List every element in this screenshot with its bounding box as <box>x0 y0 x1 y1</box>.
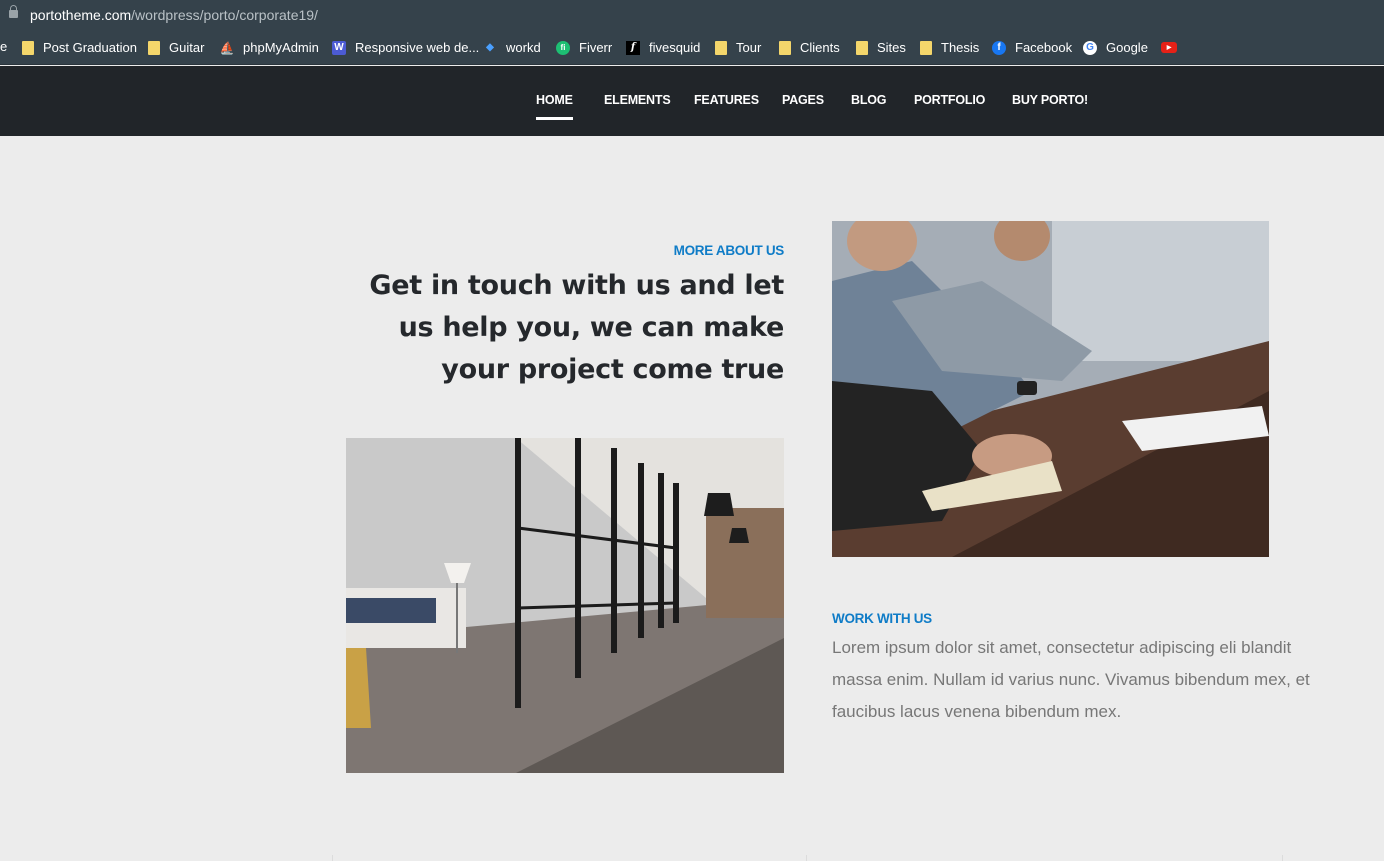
url-text[interactable]: portotheme.com/wordpress/porto/corporate… <box>30 7 318 23</box>
folder-icon <box>148 40 160 55</box>
url-path: /wordpress/porto/corporate19/ <box>131 7 318 23</box>
bookmark-label: workd <box>506 40 541 55</box>
nav-blog[interactable]: BLOG <box>851 93 887 107</box>
bookmark-youtube[interactable]: ▶ <box>1161 39 1186 56</box>
bookmark-fiverr[interactable]: fi Fiverr <box>556 39 612 56</box>
nav-pages[interactable]: PAGES <box>782 93 824 107</box>
bookmark-label: Guitar <box>169 40 205 55</box>
bookmark-clients[interactable]: Clients <box>779 39 840 56</box>
bookmarks-bar: e Post Graduation Guitar ⛵ phpMyAdmin W Re… <box>0 30 1384 65</box>
team-meeting-illustration <box>832 221 1269 557</box>
phpmyadmin-icon: ⛵ <box>219 40 235 55</box>
column-divider <box>806 855 807 861</box>
team-meeting-image <box>832 221 1269 557</box>
browser-url-bar[interactable]: portotheme.com/wordpress/porto/corporate… <box>0 0 1384 30</box>
google-icon: G <box>1083 40 1097 55</box>
bookmark-phpmyadmin[interactable]: ⛵ phpMyAdmin <box>220 39 319 56</box>
nav-elements[interactable]: ELEMENTS <box>604 93 671 107</box>
bookmark-workd[interactable]: ◆ workd <box>483 39 541 56</box>
bookmark-fragment[interactable]: e <box>0 39 7 54</box>
webflow-icon: W <box>332 40 346 55</box>
about-headline: Get in touch with us and let us help you… <box>369 270 784 385</box>
office-corridor-image <box>346 438 784 773</box>
bookmark-label: Google <box>1106 40 1148 55</box>
url-host: portotheme.com <box>30 7 132 23</box>
column-divider <box>332 855 333 861</box>
youtube-icon: ▶ <box>1161 42 1177 53</box>
bookmark-google[interactable]: G Google <box>1083 39 1148 56</box>
nav-portfolio[interactable]: PORTFOLIO <box>914 93 985 107</box>
folder-icon <box>856 40 868 55</box>
bookmark-label: fivesquid <box>649 40 701 55</box>
bookmark-label: Sites <box>877 40 906 55</box>
bookmark-thesis[interactable]: Thesis <box>920 39 979 56</box>
site-navigation: HOME ELEMENTS FEATURES PAGES BLOG PORTFO… <box>0 66 1384 136</box>
nav-home[interactable]: HOME <box>536 93 573 120</box>
workd-icon: ◆ <box>486 42 494 53</box>
office-corridor-illustration <box>346 438 784 773</box>
bookmark-label: Fiverr <box>579 40 613 55</box>
bookmark-sites[interactable]: Sites <box>856 39 906 56</box>
bookmark-tour[interactable]: Tour <box>715 39 761 56</box>
work-description: Lorem ipsum dolor sit amet, consectetur … <box>832 638 1310 721</box>
fiverr-icon: fi <box>556 40 570 55</box>
work-kicker: WORK WITH US <box>832 611 932 626</box>
bookmark-label: Clients <box>800 40 840 55</box>
bookmark-label: Responsive web de... <box>355 40 480 55</box>
lock-icon <box>9 5 18 18</box>
about-kicker: MORE ABOUT US <box>673 243 785 258</box>
bookmark-facebook[interactable]: f Facebook <box>992 39 1072 56</box>
folder-icon <box>779 40 791 55</box>
nav-buy-porto[interactable]: BUY PORTO! <box>1012 93 1088 107</box>
bookmark-label: Facebook <box>1015 40 1073 55</box>
bookmark-label: phpMyAdmin <box>243 40 319 55</box>
bookmark-post-graduation[interactable]: Post Graduation <box>22 39 137 56</box>
bookmark-responsive-web[interactable]: W Responsive web de... <box>332 39 479 56</box>
bookmark-guitar[interactable]: Guitar <box>148 39 204 56</box>
facebook-icon: f <box>992 40 1006 55</box>
nav-features[interactable]: FEATURES <box>694 93 759 107</box>
bookmark-fivesquid[interactable]: f fivesquid <box>626 39 700 56</box>
bookmark-label: Tour <box>736 40 762 55</box>
folder-icon <box>920 40 932 55</box>
folder-icon <box>715 40 727 55</box>
fivesquid-icon: f <box>626 40 640 55</box>
bookmark-label: Thesis <box>941 40 980 55</box>
bookmark-label: Post Graduation <box>43 40 137 55</box>
column-divider <box>1282 855 1283 861</box>
folder-icon <box>22 40 34 55</box>
